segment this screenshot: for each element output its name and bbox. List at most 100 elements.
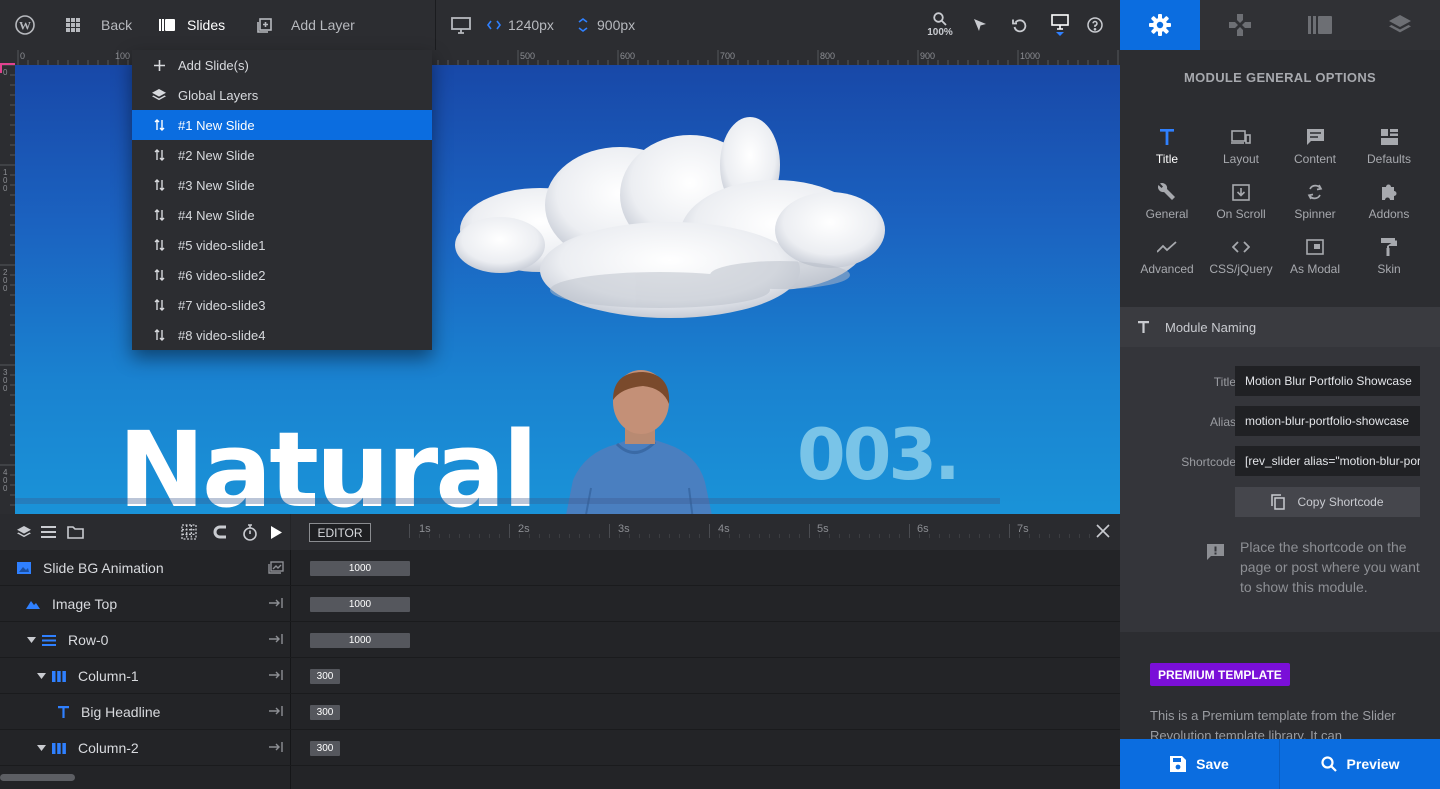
option-spinner[interactable]: Spinner [1278, 182, 1352, 221]
option-title[interactable]: Title [1130, 127, 1204, 166]
menu-item-add-slides[interactable]: Add Slide(s) [132, 50, 432, 80]
menu-item-global-layers[interactable]: Global Layers [132, 80, 432, 110]
tab-module-settings[interactable] [1120, 0, 1200, 50]
slides-button[interactable]: Slides [159, 0, 225, 50]
chevron-down-icon[interactable] [27, 637, 36, 643]
add-layer-button[interactable]: Add Layer [257, 0, 355, 50]
tick-label: 2s [518, 523, 530, 535]
slide-number-text[interactable]: 003. [797, 415, 961, 495]
menu-item-slide-3[interactable]: #3 New Slide [132, 170, 432, 200]
magnet-icon[interactable] [212, 514, 228, 550]
menu-item-label: #3 New Slide [178, 177, 255, 193]
stopwatch-icon[interactable] [242, 514, 258, 550]
option-on-scroll[interactable]: On Scroll [1204, 182, 1278, 221]
tick-minor [759, 534, 760, 538]
device-preview-icon[interactable] [1051, 0, 1069, 50]
layer-row-image-top[interactable]: Image Top 1000 [0, 586, 1120, 622]
menu-item-slide-2[interactable]: #2 New Slide [132, 140, 432, 170]
menu-item-slide-7[interactable]: #7 video-slide3 [132, 290, 432, 320]
sort-icon [152, 329, 166, 341]
timeline-bar[interactable]: 300 [310, 741, 340, 756]
list-icon[interactable] [41, 514, 56, 550]
download-icon [1232, 182, 1250, 202]
align-end-icon[interactable] [268, 741, 284, 753]
align-end-icon[interactable] [268, 597, 284, 609]
option-skin[interactable]: Skin [1352, 237, 1426, 276]
save-label: Save [1196, 756, 1229, 772]
tick-minor [1039, 534, 1040, 538]
editor-button[interactable]: EDITOR [309, 523, 371, 542]
preview-button[interactable]: Preview [1279, 739, 1440, 789]
layer-row-column-1[interactable]: Column-1 300 [0, 658, 1120, 694]
layer-label: Column-2 [0, 730, 290, 766]
tick-minor [559, 534, 560, 538]
shortcode-input[interactable]: [rev_slider alias="motion-blur-portfolio… [1235, 446, 1420, 476]
help-icon[interactable] [1087, 0, 1103, 50]
zoom-control[interactable]: 100% [926, 0, 954, 50]
alias-input[interactable]: motion-blur-portfolio-showcase [1235, 406, 1420, 436]
module-naming-header[interactable]: Module Naming [1120, 307, 1440, 347]
timeline-bar[interactable]: 1000 [310, 633, 410, 648]
wordpress-logo-icon[interactable]: W [0, 0, 50, 50]
ruler-top-label: 1000 [1020, 51, 1041, 61]
layer-label: Image Top [0, 586, 290, 622]
close-icon[interactable] [1096, 524, 1110, 538]
title-label: Title [1213, 375, 1236, 389]
folder-icon[interactable] [67, 514, 84, 550]
menu-item-slide-4[interactable]: #4 New Slide [132, 200, 432, 230]
back-button[interactable]: Back [66, 0, 132, 50]
align-end-icon[interactable] [268, 705, 284, 717]
images-icon[interactable] [268, 561, 284, 574]
timeline-bar[interactable]: 1000 [310, 597, 410, 612]
option-label: Defaults [1366, 152, 1412, 166]
option-defaults[interactable]: Defaults [1352, 127, 1426, 166]
title-input[interactable]: Motion Blur Portfolio Showcase [1235, 366, 1420, 396]
premium-template-badge: PREMIUM TEMPLATE [1150, 663, 1290, 686]
layer-name: Column-1 [78, 668, 139, 684]
copy-shortcode-button[interactable]: Copy Shortcode [1235, 487, 1420, 517]
big-headline-text[interactable]: Natural [118, 400, 538, 514]
height-field[interactable]: 900px [578, 0, 635, 50]
timeline-bar[interactable]: 300 [310, 669, 340, 684]
puzzle-icon [1380, 182, 1398, 202]
align-end-icon[interactable] [268, 669, 284, 681]
text-icon [1138, 321, 1149, 333]
option-advanced[interactable]: Advanced [1130, 237, 1204, 276]
tab-slides[interactable] [1280, 0, 1360, 50]
tick-major [709, 524, 710, 538]
desktop-icon[interactable] [451, 0, 471, 50]
menu-item-slide-6[interactable]: #6 video-slide2 [132, 260, 432, 290]
option-layout[interactable]: Layout [1204, 127, 1278, 166]
layer-row-big-headline[interactable]: Big Headline 300 [0, 694, 1120, 730]
option-content[interactable]: Content [1278, 127, 1352, 166]
option-addons[interactable]: Addons [1352, 182, 1426, 221]
svg-text:W: W [19, 19, 31, 33]
tick-minor [579, 534, 580, 538]
option-css-jquery[interactable]: CSS/jQuery [1204, 237, 1278, 276]
tick-minor [549, 534, 550, 538]
timeline-scrollbar[interactable] [0, 774, 75, 781]
width-field[interactable]: 1240px [487, 0, 554, 50]
save-button[interactable]: Save [1120, 739, 1279, 789]
undo-icon[interactable] [1012, 0, 1027, 50]
timeline-bar[interactable]: 1000 [310, 561, 410, 576]
menu-item-slide-1[interactable]: #1 New Slide [132, 110, 432, 140]
tab-navigation[interactable] [1200, 0, 1280, 50]
layer-row-slide-bg[interactable]: Slide BG Animation 1000 [0, 550, 1120, 586]
layers-icon[interactable] [17, 514, 31, 550]
menu-item-slide-8[interactable]: #8 video-slide4 [132, 320, 432, 350]
grid-dashed-icon[interactable] [181, 514, 197, 550]
chevron-down-icon[interactable] [37, 745, 46, 751]
layer-row-row-0[interactable]: Row-0 1000 [0, 622, 1120, 658]
option-as-modal[interactable]: As Modal [1278, 237, 1352, 276]
chevron-down-icon[interactable] [37, 673, 46, 679]
menu-item-slide-5[interactable]: #5 video-slide1 [132, 230, 432, 260]
option-general[interactable]: General [1130, 182, 1204, 221]
align-end-icon[interactable] [268, 633, 284, 645]
layer-row-column-2[interactable]: Column-2 300 [0, 730, 1120, 766]
timeline-bar[interactable]: 300 [310, 705, 340, 720]
tick-minor [689, 534, 690, 538]
tab-layers[interactable] [1360, 0, 1440, 50]
play-icon[interactable] [271, 514, 282, 550]
cursor-icon[interactable] [973, 0, 987, 50]
